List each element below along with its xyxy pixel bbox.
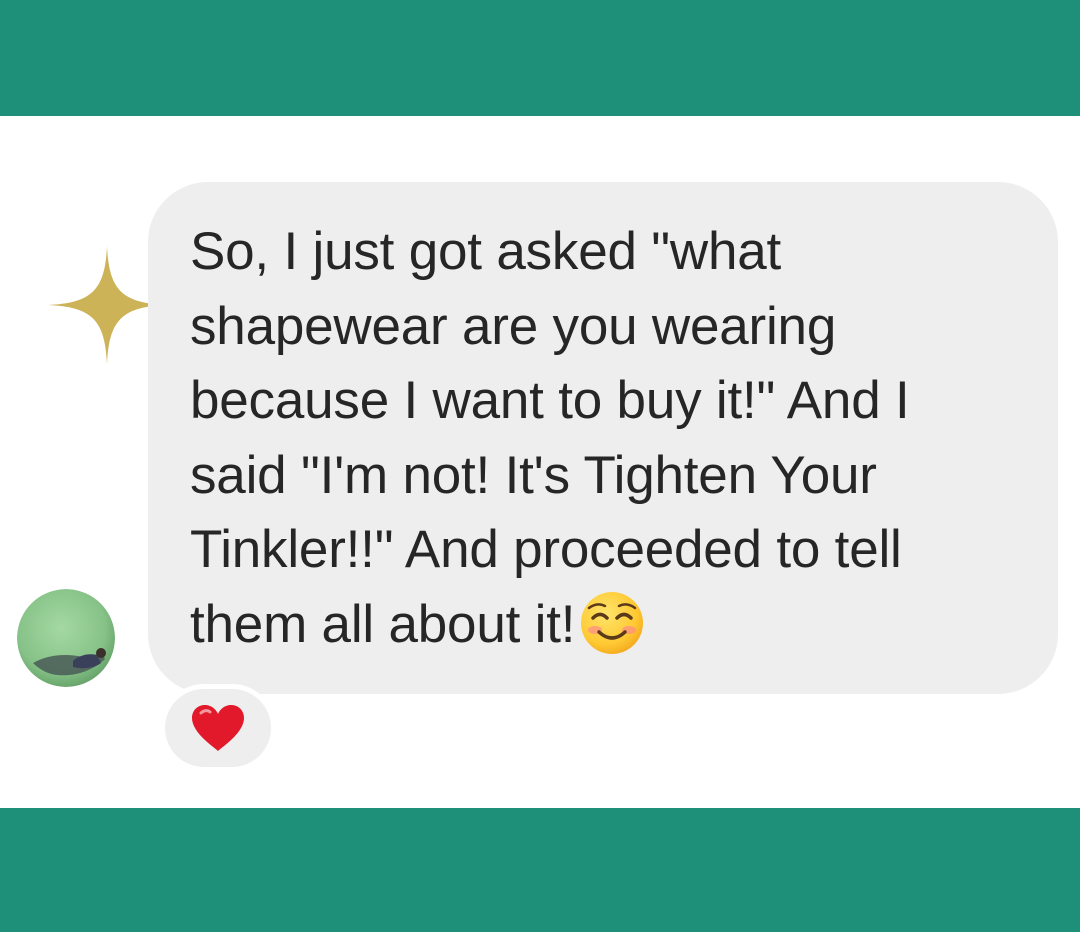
bottom-banner [0,808,1080,932]
message-bubble[interactable]: So, I just got asked "what shapewear are… [148,182,1058,694]
smiling-face-with-blushing-eyes-icon [581,591,644,654]
top-banner [0,0,1080,116]
message-text: So, I just got asked "what shapewear are… [190,222,910,654]
avatar-image [17,589,115,687]
reaction-badge[interactable] [160,684,276,772]
avatar[interactable] [17,589,115,687]
red-heart-icon [192,705,244,751]
